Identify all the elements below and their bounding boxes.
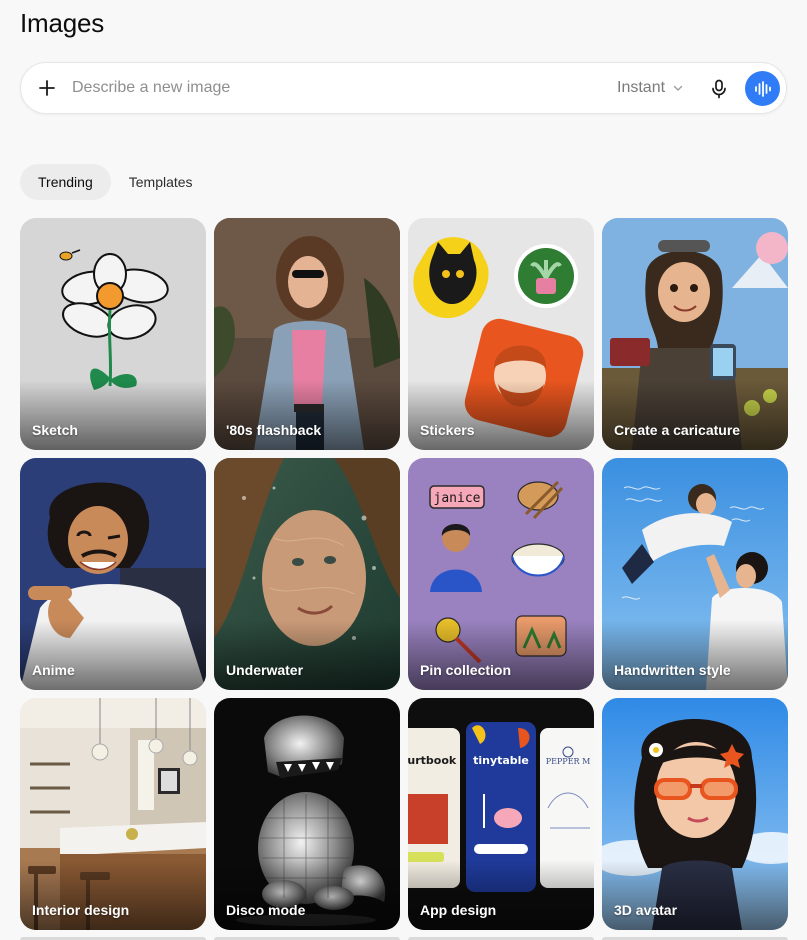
voice-waveform-icon	[754, 80, 771, 97]
app-brand-2-text: tinytable	[473, 754, 529, 767]
card-label: Handwritten style	[614, 662, 731, 678]
card-gradient	[602, 620, 788, 690]
card-label: Underwater	[226, 662, 304, 678]
style-card-stickers[interactable]: Stickers	[408, 218, 594, 450]
card-label: Sketch	[32, 422, 78, 438]
dictate-button[interactable]	[705, 75, 733, 103]
card-gradient	[408, 620, 594, 690]
gallery-tabs: Trending Templates	[20, 164, 211, 200]
style-card-underwater[interactable]: Underwater	[214, 458, 400, 690]
card-label: Disco mode	[226, 902, 306, 918]
card-label: '80s flashback	[226, 422, 322, 438]
card-gradient	[20, 380, 206, 450]
add-attachment-button[interactable]	[33, 74, 61, 102]
app-brand-1-text: ourtbook	[408, 754, 457, 767]
style-card-handwritten-style[interactable]: Handwritten style	[602, 458, 788, 690]
card-gradient	[20, 620, 206, 690]
style-card-sketch[interactable]: Sketch	[20, 218, 206, 450]
style-gallery: Sketch '80s flashback Stickers Create a …	[20, 218, 788, 930]
pin-name-text: janice	[434, 491, 481, 506]
style-card-app-design[interactable]: ourtbook tinytable PEPPER M App design	[408, 698, 594, 930]
style-card-interior-design[interactable]: Interior design	[20, 698, 206, 930]
card-label: Create a caricature	[614, 422, 741, 438]
mode-label: Instant	[617, 79, 666, 96]
style-card-disco-mode[interactable]: Disco mode	[214, 698, 400, 930]
style-card-anime[interactable]: Anime	[20, 458, 206, 690]
card-label: Stickers	[420, 422, 475, 438]
card-gradient	[602, 860, 788, 930]
card-gradient	[20, 860, 206, 930]
card-gradient	[408, 860, 594, 930]
card-label: App design	[420, 902, 497, 918]
style-card-3d-avatar[interactable]: 3D avatar	[602, 698, 788, 930]
tab-templates[interactable]: Templates	[111, 164, 211, 200]
card-label: Anime	[32, 662, 75, 678]
card-label: Interior design	[32, 902, 130, 918]
card-gradient	[214, 380, 400, 450]
image-prompt-composer: Instant	[20, 62, 787, 114]
style-card-pin-collection[interactable]: janice Pin collection	[408, 458, 594, 690]
chevron-down-icon	[673, 85, 683, 91]
card-gradient	[602, 380, 788, 450]
style-card-80s-flashback[interactable]: '80s flashback	[214, 218, 400, 450]
card-label: 3D avatar	[614, 902, 678, 918]
card-label: Pin collection	[420, 662, 512, 678]
mode-dropdown[interactable]: Instant	[617, 77, 683, 99]
page-title: Images	[20, 8, 105, 38]
tab-trending[interactable]: Trending	[20, 164, 111, 200]
microphone-icon	[712, 79, 726, 99]
voice-mode-button[interactable]	[745, 71, 780, 106]
card-gradient	[214, 860, 400, 930]
app-brand-3-text: PEPPER M	[546, 757, 591, 766]
card-gradient	[408, 380, 594, 450]
prompt-input[interactable]	[72, 76, 592, 100]
style-card-caricature[interactable]: Create a caricature	[602, 218, 788, 450]
plus-icon	[39, 80, 55, 96]
card-gradient	[214, 620, 400, 690]
